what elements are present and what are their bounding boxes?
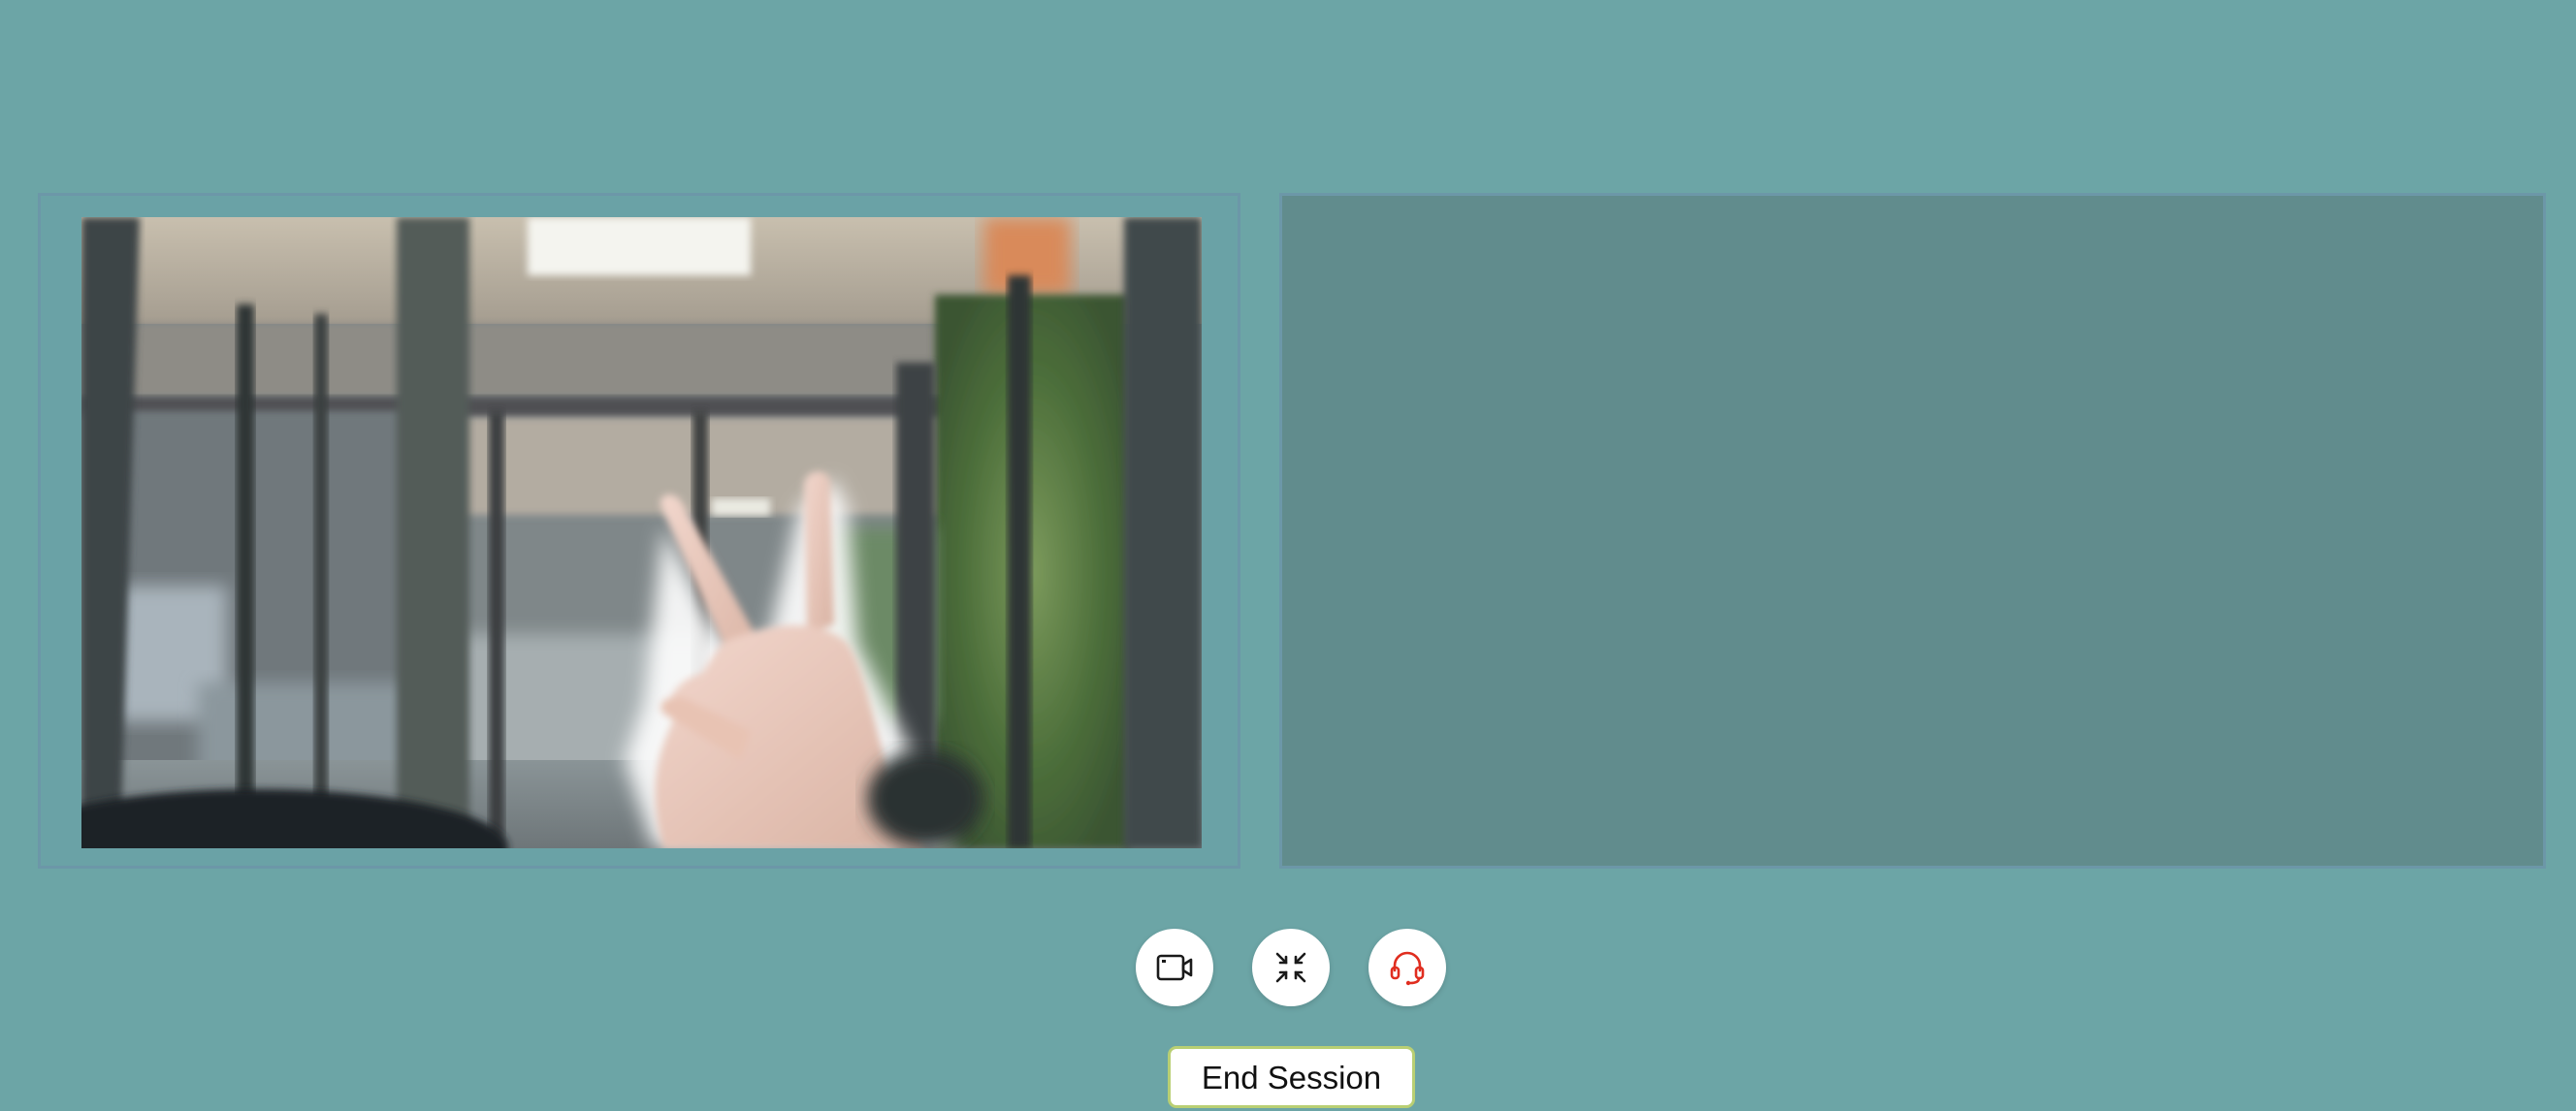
camera-feed-image <box>81 217 1202 848</box>
support-headset-button[interactable] <box>1368 929 1446 1006</box>
headset-icon <box>1389 949 1426 986</box>
minimize-arrows-icon <box>1274 951 1307 984</box>
video-camera-icon <box>1156 953 1193 982</box>
remote-video-tile <box>1279 193 2546 869</box>
end-session-button[interactable]: End Session <box>1168 1046 1415 1108</box>
minimize-button[interactable] <box>1252 929 1330 1006</box>
local-video-tile <box>38 193 1240 869</box>
toggle-camera-button[interactable] <box>1136 929 1213 1006</box>
local-camera-feed <box>81 217 1202 848</box>
